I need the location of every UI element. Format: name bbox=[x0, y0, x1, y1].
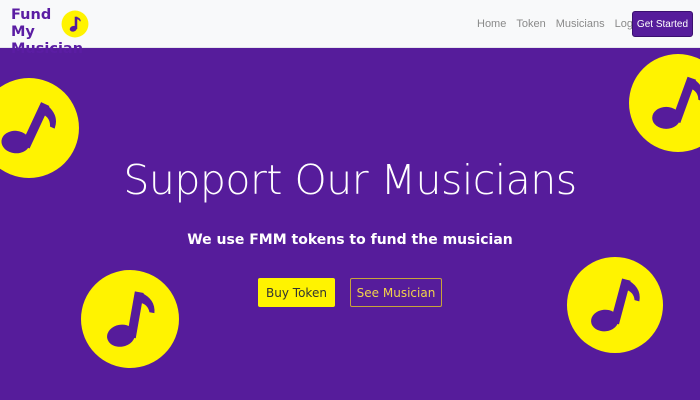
get-started-button[interactable]: Get Started bbox=[632, 11, 693, 37]
nav-link-home[interactable]: Home bbox=[477, 18, 506, 30]
nav-link-musicians[interactable]: Musicians bbox=[556, 18, 605, 30]
music-note-icon bbox=[61, 10, 89, 38]
buy-token-button[interactable]: Buy Token bbox=[258, 278, 335, 307]
nav-links: Home Token Musicians Login bbox=[477, 0, 648, 48]
music-note-icon bbox=[629, 54, 700, 152]
hero-subtitle: We use FMM tokens to fund the musician bbox=[187, 232, 513, 248]
music-note-icon bbox=[81, 270, 179, 368]
hero-title: Support Our Musicians bbox=[123, 156, 577, 204]
music-note-icon bbox=[566, 256, 664, 354]
hero-section: Support Our Musicians We use FMM tokens … bbox=[0, 48, 700, 400]
nav-link-token[interactable]: Token bbox=[516, 18, 545, 30]
navbar: Fund My Musician Home Token Musicians Lo… bbox=[0, 0, 700, 57]
see-musician-button[interactable]: See Musician bbox=[350, 278, 442, 307]
